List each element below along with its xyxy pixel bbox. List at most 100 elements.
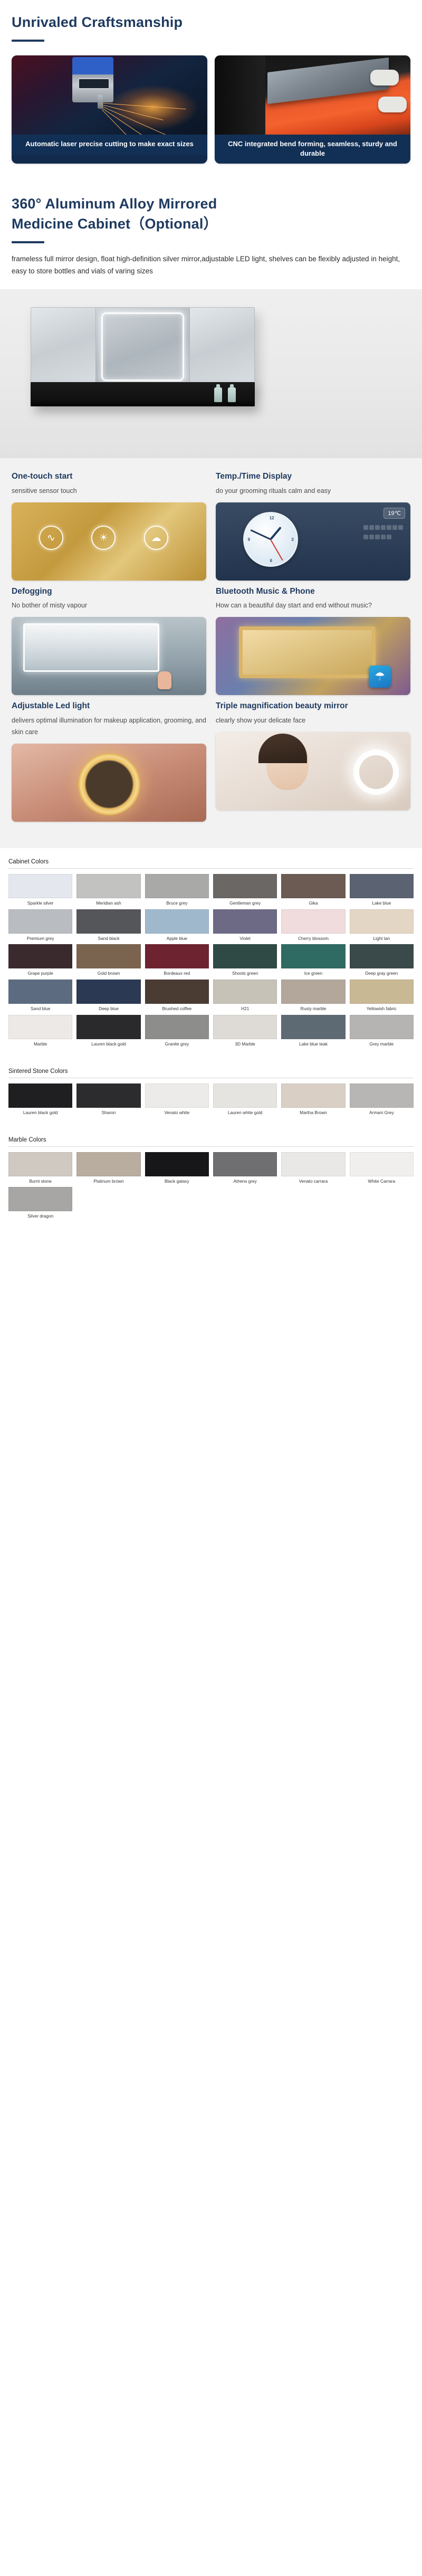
color-swatch[interactable]: Lauren black gold — [8, 1083, 73, 1116]
color-swatch-chip[interactable] — [145, 1152, 209, 1176]
color-swatch-chip[interactable] — [349, 1015, 414, 1040]
color-swatch-chip[interactable] — [349, 944, 414, 969]
worker-glove-shape — [378, 97, 407, 113]
color-swatch[interactable]: Lauren black gold — [76, 1015, 141, 1047]
color-swatch[interactable]: Burnt stone — [8, 1152, 73, 1184]
feature-defogging[interactable]: Defogging No bother of misty vapour — [12, 586, 206, 696]
color-swatch[interactable]: Gentleman grey — [213, 873, 277, 906]
color-swatch[interactable]: Bruce grey — [145, 873, 209, 906]
color-swatch-chip[interactable] — [281, 980, 346, 1004]
color-swatch-chip[interactable] — [349, 1152, 414, 1176]
color-swatch[interactable]: Platinum brown — [76, 1152, 141, 1184]
color-swatch[interactable]: 3D Marble — [213, 1015, 277, 1047]
color-swatch-chip[interactable] — [281, 873, 346, 898]
color-swatch-chip[interactable] — [145, 1083, 209, 1108]
color-swatch[interactable]: Grape purple — [8, 944, 73, 976]
color-swatch-chip[interactable] — [281, 944, 346, 969]
color-swatch-chip[interactable] — [213, 1083, 277, 1108]
color-swatch-chip[interactable] — [8, 1015, 73, 1040]
color-swatch-chip[interactable] — [349, 909, 414, 934]
color-swatch-chip[interactable] — [8, 980, 73, 1004]
color-swatch-chip[interactable] — [349, 1083, 414, 1108]
color-swatch[interactable]: Marble — [8, 1015, 73, 1047]
color-swatch[interactable]: Deep gray green — [349, 944, 414, 976]
color-swatch-chip[interactable] — [76, 1152, 141, 1176]
color-swatch-chip[interactable] — [8, 1187, 73, 1212]
color-swatch[interactable]: Lauren white gold — [213, 1083, 277, 1116]
color-swatch-chip[interactable] — [213, 980, 277, 1004]
color-swatch-chip[interactable] — [76, 909, 141, 934]
color-swatch-chip[interactable] — [145, 1015, 209, 1040]
color-swatch[interactable]: H21 — [213, 980, 277, 1012]
color-swatch[interactable]: Violet — [213, 909, 277, 942]
cabinet-door-left — [31, 308, 97, 386]
clock-temperature-display-photo: 12 3 6 9 19℃ — [216, 502, 410, 581]
color-swatch[interactable]: Shoots green — [213, 944, 277, 976]
color-swatch-chip[interactable] — [349, 980, 414, 1004]
defogging-mirror-photo — [12, 617, 206, 696]
color-swatch[interactable]: Lake blue — [349, 873, 414, 906]
color-swatch[interactable]: Athens grey — [213, 1152, 277, 1184]
color-swatch-chip[interactable] — [213, 873, 277, 898]
color-swatch-chip[interactable] — [145, 873, 209, 898]
color-swatch-chip[interactable] — [8, 909, 73, 934]
color-swatch[interactable]: Yellowish fabric — [349, 980, 414, 1012]
color-swatch[interactable]: Ice green — [281, 944, 346, 976]
color-swatch[interactable]: Lake blue teak — [281, 1015, 346, 1047]
color-swatch[interactable]: Deep blue — [76, 980, 141, 1012]
color-swatch[interactable]: Sparkle silver — [8, 873, 73, 906]
color-swatch-chip[interactable] — [281, 909, 346, 934]
color-swatch[interactable]: Sharon — [76, 1083, 141, 1116]
color-swatch-chip[interactable] — [145, 909, 209, 934]
color-swatch[interactable]: Bordeaux red — [145, 944, 209, 976]
color-swatch[interactable]: Apple blue — [145, 909, 209, 942]
feature-temp-time-display[interactable]: Temp./Time Display do your grooming ritu… — [216, 471, 410, 581]
color-swatch[interactable]: Venato carrara — [281, 1152, 346, 1184]
color-swatch[interactable]: Cherry blossom — [281, 909, 346, 942]
craft-card-laser[interactable]: Automatic laser precise cutting to make … — [12, 55, 207, 164]
color-swatch-chip[interactable] — [8, 944, 73, 969]
color-swatch[interactable]: Light tan — [349, 909, 414, 942]
color-swatch-chip[interactable] — [145, 944, 209, 969]
color-swatch[interactable]: Black galaxy — [145, 1152, 209, 1184]
color-swatch[interactable]: Grey marble — [349, 1015, 414, 1047]
color-swatch[interactable]: Armani Grey — [349, 1083, 414, 1116]
color-swatch-chip[interactable] — [8, 873, 73, 898]
color-swatch[interactable]: Premium grey — [8, 909, 73, 942]
color-swatch[interactable]: Gold brown — [76, 944, 141, 976]
feature-bluetooth-music[interactable]: Bluetooth Music & Phone How can a beauti… — [216, 586, 410, 696]
color-swatch-chip[interactable] — [76, 980, 141, 1004]
feature-heading: Triple magnification beauty mirror — [216, 701, 348, 711]
color-swatch-chip[interactable] — [349, 873, 414, 898]
craft-card-cnc[interactable]: CNC integrated bend forming, seamless, s… — [215, 55, 410, 164]
color-swatch-chip[interactable] — [213, 1152, 277, 1176]
color-swatch[interactable]: Venato white — [145, 1083, 209, 1116]
color-swatch[interactable]: Silver dragon — [8, 1187, 73, 1219]
color-swatch-chip[interactable] — [76, 873, 141, 898]
color-swatch-chip[interactable] — [213, 909, 277, 934]
color-swatch-chip[interactable] — [281, 1015, 346, 1040]
color-swatch-chip[interactable] — [281, 1083, 346, 1108]
color-swatch-chip[interactable] — [145, 980, 209, 1004]
color-swatch-chip[interactable] — [76, 944, 141, 969]
color-swatch-chip[interactable] — [8, 1152, 73, 1176]
color-swatch[interactable]: Meridian ash — [76, 873, 141, 906]
bluetooth-icon: ☂ — [369, 665, 391, 688]
color-swatch[interactable]: Rusty marble — [281, 980, 346, 1012]
feature-adjustable-led-light[interactable]: Adjustable Led light delivers optimal il… — [12, 700, 206, 822]
color-swatch-chip[interactable] — [213, 1015, 277, 1040]
color-swatch-chip[interactable] — [76, 1083, 141, 1108]
color-swatch[interactable]: White Carrara — [349, 1152, 414, 1184]
color-swatch-chip[interactable] — [281, 1152, 346, 1176]
color-swatch[interactable]: Sand black — [76, 909, 141, 942]
color-swatch-chip[interactable] — [8, 1083, 73, 1108]
feature-triple-magnification-mirror[interactable]: Triple magnification beauty mirror clear… — [216, 700, 410, 821]
color-swatch[interactable]: Sand blue — [8, 980, 73, 1012]
color-swatch[interactable]: Granite grey — [145, 1015, 209, 1047]
color-swatch-chip[interactable] — [76, 1015, 141, 1040]
color-swatch[interactable]: Martha Brown — [281, 1083, 346, 1116]
color-swatch-chip[interactable] — [213, 944, 277, 969]
color-swatch[interactable]: Brushed coffee — [145, 980, 209, 1012]
feature-one-touch-start[interactable]: One-touch start sensitive sensor touch ∿… — [12, 471, 206, 581]
color-swatch[interactable]: Gika — [281, 873, 346, 906]
